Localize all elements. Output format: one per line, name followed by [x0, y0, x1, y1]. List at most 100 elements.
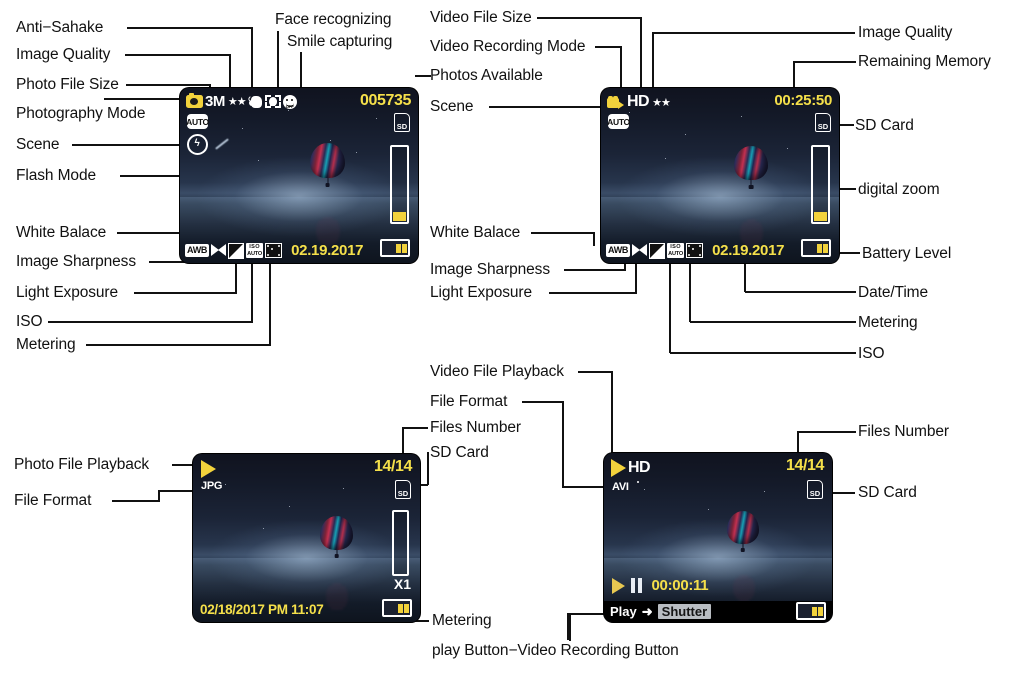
label-anti-shake: Anti−Sahake — [16, 19, 104, 36]
label-smile-capturing: Smile capturing — [287, 33, 393, 50]
leader-rm-h — [794, 61, 856, 63]
leader-ff-h2 — [158, 490, 196, 492]
leader-fn2-h — [798, 431, 856, 433]
format-dot-icon — [637, 481, 639, 483]
date-value-2: 02.19.2017 — [712, 242, 785, 259]
video-playback-osd: HD AVI 14/14 SD 00:00:11 Play ➜ Shutter — [604, 453, 832, 622]
leader-meter-v — [269, 258, 271, 345]
smile-capture-icon[interactable]: OFF — [282, 94, 297, 109]
label-photo-file-playback: Photo File Playback — [14, 456, 150, 473]
remaining-memory-value: 00:25:50 — [774, 92, 832, 109]
white-balance-icon[interactable]: AWB — [185, 244, 210, 257]
label-photography-mode: Photography Mode — [16, 105, 146, 122]
digital-zoom-slider[interactable] — [390, 145, 409, 224]
file-format-value: JPG — [201, 480, 223, 492]
image-sharpness-icon[interactable] — [211, 243, 227, 258]
photo-playback-screen[interactable]: JPG 14/14 SD X1 02/18/2017 PM 11:07 — [193, 454, 420, 622]
leader-meter2-h — [690, 321, 856, 323]
leader-iso-v — [251, 258, 253, 322]
label-scene-2: Scene — [430, 98, 474, 115]
leader-ff-h — [112, 500, 160, 502]
video-playback-header: HD — [611, 459, 651, 477]
video-osd-bottom-row: AWB ISO AUTO 02.19.2017 — [606, 242, 784, 259]
leader-flash-mode-h — [120, 175, 184, 177]
video-capture-screen[interactable]: HD ★★ 00:25:50 AUTO SD AWB ISO AUTO 02.1… — [601, 88, 839, 263]
label-files-number-2: Files Number — [858, 423, 949, 440]
leader-ff2-v — [562, 401, 564, 487]
label-iso: ISO — [16, 313, 43, 330]
leader-wb-h — [117, 232, 183, 234]
photo-osd-top-row: 3M ★★ OFF — [186, 93, 297, 110]
leader-exp-v — [235, 258, 237, 293]
leader-exp2-v — [635, 258, 637, 293]
photo-capture-screen[interactable]: 3M ★★ OFF 005735 AUTO ϟ SD AWB ISO AUTO … — [180, 88, 418, 263]
date-value: 02.19.2017 — [291, 242, 364, 259]
photo-file-playback-icon[interactable] — [201, 460, 216, 478]
playback-controls: 00:00:11 — [612, 577, 709, 594]
sd-card-icon-4: SD — [807, 480, 823, 499]
video-file-playback-icon[interactable] — [611, 459, 626, 477]
video-recording-mode-icon[interactable] — [607, 95, 625, 109]
iso-icon-2[interactable]: ISO AUTO — [667, 243, 685, 258]
shutter-button-label[interactable]: Shutter — [657, 604, 712, 619]
label-digital-zoom: digital zoom — [858, 181, 940, 198]
leader-dt-h — [745, 291, 856, 293]
label-video-file-playback: Video File Playback — [430, 363, 564, 380]
image-sharpness-icon-2[interactable] — [632, 243, 648, 258]
leader-image-quality-h — [125, 54, 231, 56]
zoom-slider-3[interactable] — [392, 510, 409, 576]
face-detect-icon[interactable] — [264, 95, 281, 108]
play-button-icon[interactable] — [612, 577, 625, 594]
camera-icon-guide-diagram: Anti−Sahake Image Quality Photo File Siz… — [0, 0, 1024, 675]
photography-mode-icon[interactable] — [186, 93, 203, 108]
label-image-sharpness: Image Sharpness — [16, 253, 136, 270]
photo-file-size-value: 3M — [205, 93, 225, 110]
light-exposure-icon-2[interactable] — [649, 242, 666, 259]
label-image-quality: Image Quality — [16, 46, 111, 63]
sd-card-icon-3: SD — [395, 480, 411, 499]
leader-iso2-h — [670, 352, 856, 354]
label-sd-card-3: SD Card — [430, 444, 489, 461]
label-video-file-size: Video File Size — [430, 9, 532, 26]
leader-wb2-h — [531, 232, 595, 234]
metering-icon[interactable] — [265, 243, 283, 258]
leader-iso2-v — [669, 259, 671, 353]
digital-zoom-slider-2[interactable] — [811, 145, 830, 224]
leader-anti-shake-h — [127, 27, 253, 29]
battery-level-icon-4 — [796, 602, 826, 621]
leader-ff-v — [158, 491, 160, 501]
label-image-quality-2: Image Quality — [858, 24, 953, 41]
label-face-recognizing: Face recognizing — [275, 11, 392, 28]
leader-anti-shake-v — [251, 27, 253, 95]
leader-ff2-h2 — [562, 486, 610, 488]
label-light-exposure: Light Exposure — [16, 284, 118, 301]
metering-icon-2[interactable] — [686, 243, 704, 258]
label-metering-2: Metering — [858, 314, 918, 331]
leader-vfs-h — [537, 17, 642, 19]
label-sd-card-2: SD Card — [855, 117, 914, 134]
leader-sharp2-h — [564, 269, 626, 271]
leader-iso-h — [48, 321, 253, 323]
video-mode-value: HD — [628, 459, 651, 476]
playback-hint-bar: Play ➜ Shutter — [604, 601, 832, 622]
image-quality-stars-2: ★★ — [652, 96, 671, 109]
scene-mode-badge-2[interactable]: AUTO — [607, 114, 630, 129]
leader-face-v — [277, 31, 279, 95]
video-osd-top-row: HD ★★ — [607, 93, 671, 111]
video-playback-screen[interactable]: HD AVI 14/14 SD 00:00:11 Play ➜ Shutter — [604, 453, 832, 622]
label-iso-2: ISO — [858, 345, 885, 362]
iso-icon[interactable]: ISO AUTO — [246, 243, 264, 258]
leader-vrm-h — [595, 46, 622, 48]
pause-button-icon[interactable] — [631, 578, 642, 593]
white-balance-icon-2[interactable]: AWB — [606, 244, 631, 257]
photo-osd-bottom-row: AWB ISO AUTO 02.19.2017 — [185, 242, 363, 259]
battery-level-icon — [380, 239, 410, 257]
leader-iq2-h — [653, 32, 855, 34]
light-exposure-icon[interactable] — [228, 242, 245, 259]
scene-mode-badge[interactable]: AUTO — [186, 114, 209, 129]
anti-shake-icon[interactable] — [246, 95, 263, 109]
flash-mode-icon[interactable]: ϟ — [187, 134, 208, 155]
leader-vfp-h — [578, 371, 613, 373]
elapsed-time-value: 00:00:11 — [651, 577, 709, 594]
leader-dt-v — [744, 259, 746, 292]
